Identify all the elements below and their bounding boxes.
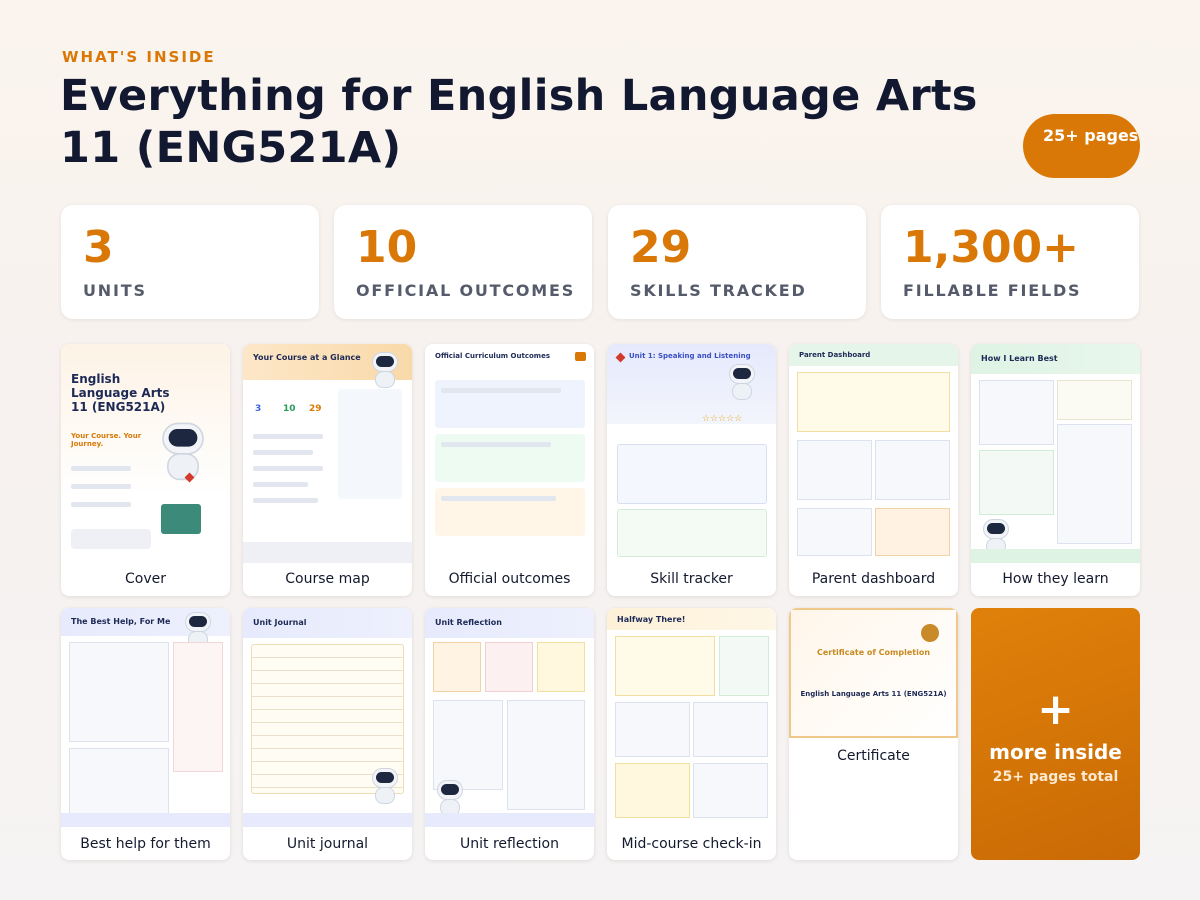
thumb-title: Parent Dashboard (799, 351, 871, 359)
thumb-title: Unit 1: Speaking and Listening (629, 352, 751, 360)
thumb-title: How I Learn Best (981, 354, 1058, 363)
card-caption: How they learn (1002, 571, 1109, 587)
pages-count-badge: 25+ pages (1023, 114, 1140, 178)
more-inside-label: more inside (989, 740, 1122, 764)
plus-icon: + (1037, 684, 1074, 735)
cover-thumbnail: English Language Arts 11 (ENG521A) Your … (61, 344, 230, 563)
card-caption: Cover (125, 571, 166, 587)
thumb-stat: 29 (309, 404, 322, 414)
stat-value: 10 (356, 222, 418, 273)
preview-card-unit-reflection[interactable]: Unit Reflection Unit reflection (425, 608, 594, 860)
card-caption: Certificate (837, 748, 910, 764)
thumb-title: Certificate of Completion (816, 648, 931, 657)
card-caption: Best help for them (80, 836, 211, 852)
robot-mascot-icon (156, 422, 210, 484)
stat-value: 1,300+ (903, 222, 1080, 273)
stat-card-skills: 29 SKILLS TRACKED (608, 205, 866, 319)
preview-card-how-they-learn[interactable]: How I Learn Best How they learn (971, 344, 1140, 596)
skill-tracker-thumbnail: Unit 1: Speaking and Listening ☆☆☆☆☆ (607, 344, 776, 563)
thumb-stat: 10 (283, 404, 296, 414)
certificate-thumbnail: Certificate of Completion English Langua… (789, 608, 958, 738)
card-caption: Skill tracker (650, 571, 733, 587)
preview-card-best-help[interactable]: The Best Help, For Me Best help for them (61, 608, 230, 860)
thumb-subtitle: English Language Arts 11 (ENG521A) (800, 690, 947, 698)
stat-card-outcomes: 10 OFFICIAL OUTCOMES (334, 205, 592, 319)
preview-card-official-outcomes[interactable]: Official Curriculum Outcomes Official ou… (425, 344, 594, 596)
eyebrow-label: WHAT'S INSIDE (62, 48, 216, 66)
thumb-title: Unit Reflection (435, 618, 502, 627)
stat-label: OFFICIAL OUTCOMES (356, 281, 576, 300)
thumb-title: English Language Arts 11 (ENG521A) (71, 372, 170, 414)
stat-value: 3 (83, 222, 114, 273)
books-icon (161, 504, 201, 534)
preview-card-mid-course-checkin[interactable]: Halfway There! Mid-course check-in (607, 608, 776, 860)
unit-journal-thumbnail: Unit Journal (243, 608, 412, 827)
thumb-title: Your Course at a Glance (253, 353, 361, 362)
preview-card-unit-journal[interactable]: Unit Journal Unit journal (243, 608, 412, 860)
qr-code-icon (71, 529, 151, 549)
page-title: Everything for English Language Arts 11 … (60, 71, 978, 173)
course-map-thumbnail: Your Course at a Glance 3 10 29 (243, 344, 412, 563)
outcomes-thumbnail: Official Curriculum Outcomes (425, 344, 594, 563)
how-they-learn-thumbnail: How I Learn Best (971, 344, 1140, 563)
pages-total-label: 25+ pages total (992, 769, 1119, 785)
thumb-title: Unit Journal (253, 618, 307, 627)
preview-card-skill-tracker[interactable]: Unit 1: Speaking and Listening ☆☆☆☆☆ Ski… (607, 344, 776, 596)
best-help-thumbnail: The Best Help, For Me (61, 608, 230, 827)
robot-mascot-icon (368, 768, 402, 806)
preview-card-certificate[interactable]: Certificate of Completion English Langua… (789, 608, 958, 860)
thumb-stat: 3 (255, 404, 262, 414)
stat-label: SKILLS TRACKED (630, 281, 807, 300)
thumb-title: The Best Help, For Me (71, 617, 171, 626)
more-inside-card[interactable]: + more inside 25+ pages total (971, 608, 1140, 860)
preview-card-cover[interactable]: English Language Arts 11 (ENG521A) Your … (61, 344, 230, 596)
preview-card-course-map[interactable]: Your Course at a Glance 3 10 29 Course m… (243, 344, 412, 596)
stat-label: UNITS (83, 281, 147, 300)
stat-label: FILLABLE FIELDS (903, 281, 1082, 300)
card-caption: Parent dashboard (811, 571, 936, 587)
card-caption: Mid-course check-in (621, 836, 762, 852)
parent-dashboard-thumbnail: Parent Dashboard (789, 344, 958, 563)
stat-value: 29 (630, 222, 692, 273)
card-caption: Unit reflection (460, 836, 559, 852)
robot-mascot-icon (725, 364, 759, 402)
unit-reflection-thumbnail: Unit Reflection (425, 608, 594, 827)
medal-icon (921, 624, 939, 642)
robot-mascot-icon (368, 352, 402, 390)
stat-card-fields: 1,300+ FILLABLE FIELDS (881, 205, 1139, 319)
stars-rating-icon: ☆☆☆☆☆ (702, 414, 743, 424)
thumb-subtitle: Your Course. Your Journey. (71, 432, 142, 448)
card-caption: Course map (285, 571, 370, 587)
card-caption: Official outcomes (448, 571, 571, 587)
thumb-title: Halfway There! (617, 615, 686, 624)
thumb-title: Official Curriculum Outcomes (435, 352, 550, 360)
stat-card-units: 3 UNITS (61, 205, 319, 319)
card-caption: Unit journal (286, 836, 369, 852)
preview-card-parent-dashboard[interactable]: Parent Dashboard Parent dashboard (789, 344, 958, 596)
mid-course-thumbnail: Halfway There! (607, 608, 776, 827)
